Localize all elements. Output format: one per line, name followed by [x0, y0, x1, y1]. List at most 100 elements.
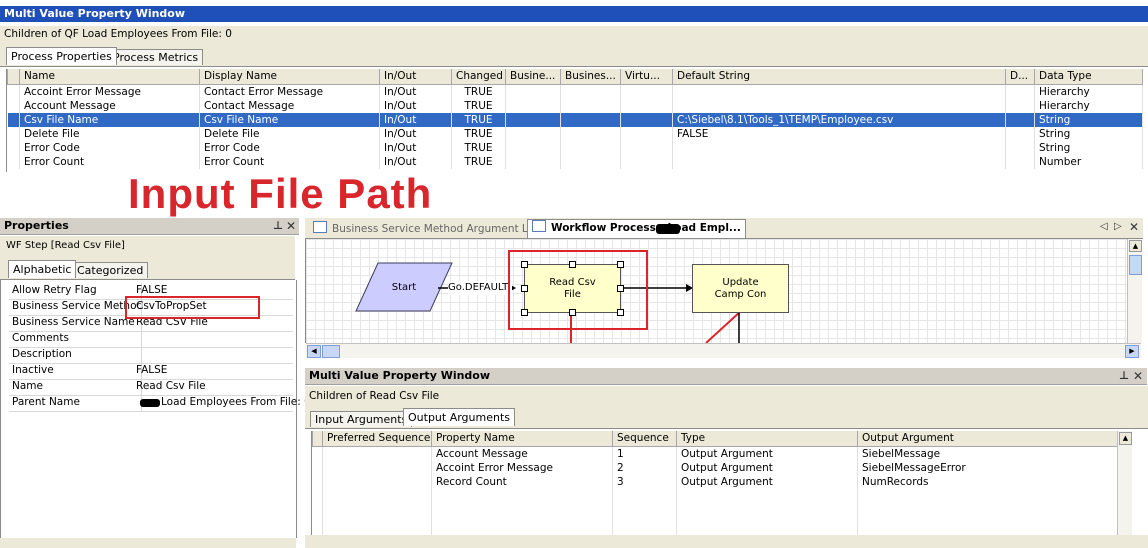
bottom-footer [305, 535, 1148, 548]
cell-default: FALSE [672, 127, 1006, 141]
property-key: Business Service Method [12, 300, 144, 312]
property-value: Load Employees From File: 0 [161, 396, 311, 408]
table-row[interactable]: Accoint Error Message 2 Output Argument … [312, 461, 1118, 475]
close-icon[interactable]: ✕ [1129, 220, 1139, 234]
cell-inout: In/Out [379, 113, 452, 127]
cell-preferred-sequence [322, 475, 432, 489]
scroll-right-icon[interactable]: ▶ [1125, 345, 1139, 358]
output-grid-vertical-scrollbar[interactable]: ▲ [1117, 431, 1132, 535]
workflow-tabstrip: Business Service Method Argument List Wo… [305, 218, 1143, 239]
cell-default [672, 99, 1006, 113]
properties-panel-header: Properties ⊥ ✕ [0, 218, 299, 235]
red-connector [705, 310, 742, 343]
scroll-left-icon[interactable]: ◀ [307, 345, 321, 358]
connector-label: Go.DEFAULT [448, 281, 512, 295]
table-row-selected[interactable]: Csv File Name Csv File Name In/Out TRUE … [7, 113, 1143, 127]
table-row[interactable]: Accoint Error Message Contact Error Mess… [7, 84, 1143, 99]
bottom-window-subtitle-bar: Children of Read Csv File [305, 386, 1148, 406]
cell-type: Output Argument [676, 461, 858, 475]
table-row[interactable]: Record Count 3 Output Argument NumRecord… [312, 475, 1118, 489]
workflow-canvas[interactable]: Start Go.DEFAULT Read Csv File Update Ca… [305, 239, 1128, 343]
cell-preferred-sequence [322, 461, 432, 475]
output-arguments-grid: Preferred Sequence Property Name Sequenc… [311, 431, 1118, 535]
col-property-name[interactable]: Property Name [431, 431, 613, 447]
col-changed[interactable]: Changed [451, 69, 506, 85]
scroll-up-icon[interactable]: ▲ [1119, 432, 1132, 445]
table-row[interactable]: Error Count Error Count In/Out TRUE Numb… [7, 155, 1143, 169]
property-row[interactable]: Description [9, 347, 293, 364]
tab-input-arguments[interactable]: Input Arguments [310, 411, 413, 427]
canvas-vertical-scrollbar[interactable]: ▲ [1127, 239, 1142, 343]
properties-subtitle-bar: WF Step [Read Csv File] [0, 236, 295, 256]
property-key: Business Service Name [12, 316, 135, 328]
close-icon[interactable]: ✕ [286, 219, 296, 233]
table-row[interactable]: Delete File Delete File In/Out TRUE FALS… [7, 127, 1143, 141]
tab-workflow-process[interactable]: Workflow Process - Load Empl... [527, 219, 746, 238]
pin-icon[interactable]: ⊥ [273, 219, 283, 233]
cell-changed: TRUE [451, 84, 506, 99]
scroll-thumb[interactable] [322, 345, 340, 358]
table-row[interactable]: Error Code Error Code In/Out TRUE String [7, 141, 1143, 155]
cell-changed: TRUE [451, 99, 506, 113]
start-label: Start [391, 282, 417, 293]
property-value: Read Csv File [136, 380, 206, 392]
property-row[interactable]: Comments [9, 331, 293, 348]
cell-changed: TRUE [451, 127, 506, 141]
tab-process-properties[interactable]: Process Properties [6, 47, 117, 65]
col-business-2[interactable]: Busines... [560, 69, 621, 85]
tab-process-metrics[interactable]: Process Metrics [108, 49, 204, 65]
col-name[interactable]: Name [19, 69, 200, 85]
property-row[interactable]: Parent Name Load Employees From File: 0 [9, 395, 311, 412]
cell-sequence: 1 [612, 446, 677, 461]
cell-name: Error Count [19, 155, 200, 169]
tab-bs-method-arg-list[interactable]: Business Service Method Argument List [313, 221, 540, 236]
cell-display: Contact Message [199, 99, 380, 113]
cell-type: String [1034, 113, 1143, 127]
tab-label: Business Service Method Argument List [332, 223, 541, 235]
tab-alphabetic[interactable]: Alphabetic [8, 260, 77, 278]
cell-inout: In/Out [379, 127, 452, 141]
scroll-right-icon[interactable]: ▷ [1114, 220, 1122, 234]
col-display-name[interactable]: Display Name [199, 69, 380, 85]
table-row[interactable]: Account Message Contact Message In/Out T… [7, 99, 1143, 113]
properties-subtitle: WF Step [Read Csv File] [6, 240, 125, 251]
col-business-1[interactable]: Busine... [505, 69, 561, 85]
annotation-input-file-path: Input File Path [128, 170, 433, 217]
table-row[interactable]: Account Message 1 Output Argument Siebel… [312, 446, 1118, 461]
col-virtual[interactable]: Virtu... [620, 69, 673, 85]
top-window-tabstrip: Process Properties Process Metrics [0, 44, 1148, 67]
pin-icon[interactable]: ⊥ [1119, 369, 1129, 383]
highlight-read-csv-step [508, 250, 648, 330]
cell-output-argument: NumRecords [857, 475, 1118, 489]
col-sequence[interactable]: Sequence [612, 431, 677, 447]
cell-default [672, 141, 1006, 155]
top-window-subtitle: Children of QF Load Employees From File:… [4, 28, 232, 40]
properties-panel-footer [0, 538, 296, 548]
col-type[interactable]: Type [676, 431, 858, 447]
close-icon[interactable]: ✕ [1133, 369, 1143, 383]
scroll-left-icon[interactable]: ◁ [1100, 220, 1108, 234]
col-inout[interactable]: In/Out [379, 69, 452, 85]
step-update-camp-con[interactable]: Update Camp Con [692, 264, 789, 313]
scroll-thumb[interactable] [1129, 255, 1142, 275]
canvas-horizontal-scrollbar[interactable]: ◀ ▶ [306, 343, 1141, 358]
tab-categorized[interactable]: Categorized [72, 262, 149, 278]
step-label: Update Camp Con [714, 276, 767, 300]
property-row[interactable]: Inactive FALSE [9, 363, 293, 380]
row-header-corner [7, 69, 20, 85]
col-default-string[interactable]: Default String [672, 69, 1006, 85]
cell-inout: In/Out [379, 84, 452, 99]
cell-output-argument: SiebelMessage [857, 446, 1118, 461]
tab-output-arguments[interactable]: Output Arguments [403, 408, 516, 426]
cell-type: Hierarchy [1034, 99, 1143, 113]
col-d[interactable]: D... [1005, 69, 1035, 85]
col-output-argument[interactable]: Output Argument [857, 431, 1118, 447]
col-data-type[interactable]: Data Type [1034, 69, 1143, 85]
col-preferred-sequence[interactable]: Preferred Sequence [322, 431, 432, 447]
scroll-up-icon[interactable]: ▲ [1129, 240, 1142, 252]
property-key: Inactive [12, 364, 54, 376]
property-row[interactable]: Name Read Csv File [9, 379, 293, 396]
cell-display: Error Count [199, 155, 380, 169]
cell-inout: In/Out [379, 99, 452, 113]
cell-output-argument: SiebelMessageError [857, 461, 1118, 475]
